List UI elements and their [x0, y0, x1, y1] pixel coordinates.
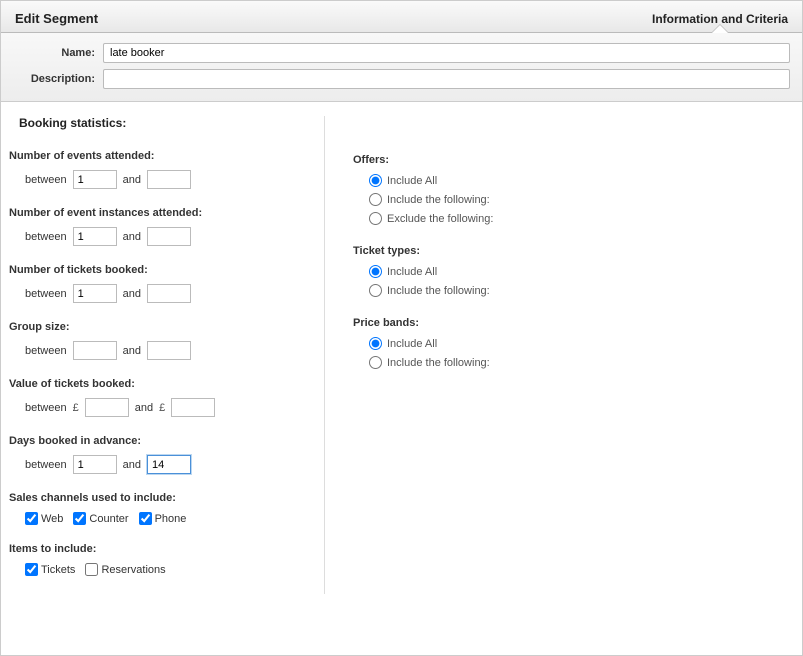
sales-channels-block: Sales channels used to include: Web Coun… — [9, 492, 310, 525]
group-size-block: Group size: between and — [9, 321, 310, 360]
instances-attended-block: Number of event instances attended: betw… — [9, 207, 310, 246]
channel-web-checkbox[interactable] — [25, 512, 38, 525]
days-advance-label: Days booked in advance: — [9, 435, 310, 447]
tab-information-criteria[interactable]: Information and Criteria — [652, 12, 788, 32]
instances-attended-from[interactable] — [73, 227, 117, 246]
edit-segment-panel: Edit Segment Information and Criteria Na… — [0, 0, 803, 656]
price-bands-section: Price bands: Include All Include the fol… — [353, 317, 794, 369]
value-booked-label: Value of tickets booked: — [9, 378, 310, 390]
item-reservations[interactable]: Reservations — [85, 563, 165, 576]
name-input[interactable] — [103, 43, 790, 63]
booking-statistics-heading: Booking statistics: — [19, 116, 310, 130]
value-booked-to[interactable] — [171, 398, 215, 417]
channel-web[interactable]: Web — [25, 512, 63, 525]
price-bands-heading: Price bands: — [353, 317, 794, 329]
price-bands-include-following[interactable]: Include the following: — [369, 356, 794, 369]
ticket-types-include-all[interactable]: Include All — [369, 265, 794, 278]
channel-phone-checkbox[interactable] — [139, 512, 152, 525]
instances-attended-to[interactable] — [147, 227, 191, 246]
item-tickets-checkbox[interactable] — [25, 563, 38, 576]
events-attended-to[interactable] — [147, 170, 191, 189]
currency-symbol: £ — [73, 402, 79, 414]
price-bands-include-all[interactable]: Include All — [369, 337, 794, 350]
name-label: Name: — [13, 47, 103, 59]
item-reservations-checkbox[interactable] — [85, 563, 98, 576]
description-input[interactable] — [103, 69, 790, 89]
channel-phone[interactable]: Phone — [139, 512, 187, 525]
events-attended-label: Number of events attended: — [9, 150, 310, 162]
channel-counter[interactable]: Counter — [73, 512, 128, 525]
name-description-section: Name: Description: — [1, 33, 802, 102]
panel-title: Edit Segment — [15, 11, 98, 32]
left-column: Booking statistics: Number of events att… — [9, 116, 325, 594]
offers-heading: Offers: — [353, 154, 794, 166]
channel-counter-checkbox[interactable] — [73, 512, 86, 525]
value-booked-block: Value of tickets booked: between £ and £ — [9, 378, 310, 417]
offers-include-following[interactable]: Include the following: — [369, 193, 794, 206]
days-advance-to[interactable] — [147, 455, 191, 474]
sales-channels-heading: Sales channels used to include: — [9, 492, 310, 504]
tickets-booked-from[interactable] — [73, 284, 117, 303]
days-advance-from[interactable] — [73, 455, 117, 474]
instances-attended-label: Number of event instances attended: — [9, 207, 310, 219]
tickets-booked-label: Number of tickets booked: — [9, 264, 310, 276]
ticket-types-include-following[interactable]: Include the following: — [369, 284, 794, 297]
group-size-label: Group size: — [9, 321, 310, 333]
between-label: between — [25, 174, 67, 186]
events-attended-block: Number of events attended: between and — [9, 150, 310, 189]
ticket-types-section: Ticket types: Include All Include the fo… — [353, 245, 794, 297]
offers-include-all[interactable]: Include All — [369, 174, 794, 187]
item-tickets[interactable]: Tickets — [25, 563, 75, 576]
tickets-booked-block: Number of tickets booked: between and — [9, 264, 310, 303]
ticket-types-heading: Ticket types: — [353, 245, 794, 257]
days-advance-block: Days booked in advance: between and — [9, 435, 310, 474]
header-bar: Edit Segment Information and Criteria — [1, 1, 802, 33]
group-size-from[interactable] — [73, 341, 117, 360]
description-label: Description: — [13, 73, 103, 85]
and-label: and — [123, 174, 141, 186]
events-attended-from[interactable] — [73, 170, 117, 189]
offers-section: Offers: Include All Include the followin… — [353, 154, 794, 225]
value-booked-from[interactable] — [85, 398, 129, 417]
group-size-to[interactable] — [147, 341, 191, 360]
items-include-heading: Items to include: — [9, 543, 310, 555]
offers-exclude-following[interactable]: Exclude the following: — [369, 212, 794, 225]
tickets-booked-to[interactable] — [147, 284, 191, 303]
items-include-block: Items to include: Tickets Reservations — [9, 543, 310, 576]
right-column: Offers: Include All Include the followin… — [325, 116, 794, 594]
